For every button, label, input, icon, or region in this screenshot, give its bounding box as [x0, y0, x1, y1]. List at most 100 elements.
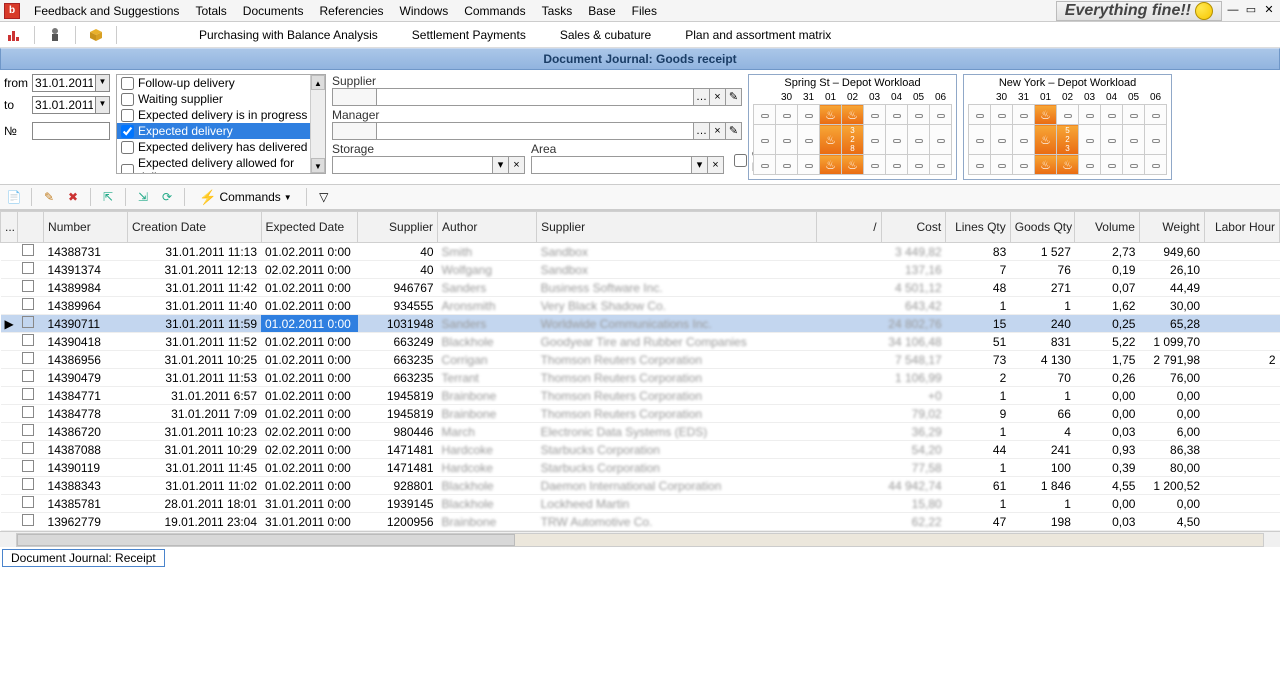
row-checkbox[interactable] [18, 513, 44, 531]
checklist-scrollbar[interactable]: ▲ ▼ [310, 75, 325, 173]
clear-icon[interactable]: × [709, 89, 725, 105]
menu-windows[interactable]: Windows [392, 2, 457, 20]
table-row[interactable]: 1438998431.01.2011 11:4201.02.2011 0:009… [1, 279, 1280, 297]
inspector-icon[interactable] [45, 25, 65, 45]
commands-dropdown[interactable]: ⚡ Commands ▼ [192, 187, 299, 208]
table-row[interactable]: 1438708831.01.2011 10:2902.02.2011 0:001… [1, 441, 1280, 459]
checkbox[interactable] [121, 77, 134, 90]
edit-icon[interactable]: ✎ [39, 187, 59, 207]
checklist-item[interactable]: Expected delivery has delivered [117, 139, 325, 155]
row-checkbox[interactable] [18, 441, 44, 459]
scroll-up-icon[interactable]: ▲ [311, 75, 325, 90]
refresh-icon[interactable]: ⟳ [157, 187, 177, 207]
menu-tasks[interactable]: Tasks [534, 2, 581, 20]
tree-collapse-icon[interactable]: ⇱ [98, 187, 118, 207]
toolbar-link[interactable]: Plan and assortment matrix [677, 26, 839, 44]
column-header[interactable]: Creation Date [128, 212, 261, 243]
column-header[interactable]: Author [438, 212, 537, 243]
column-header[interactable]: Lines Qty [946, 212, 1011, 243]
table-row[interactable]: ▶1439071131.01.2011 11:5901.02.2011 0:00… [1, 315, 1280, 333]
checkbox[interactable] [121, 164, 134, 175]
checklist-item[interactable]: Follow-up delivery [117, 75, 325, 91]
dropdown-icon[interactable]: ▾ [691, 157, 707, 173]
new-icon[interactable]: 📄 [4, 187, 24, 207]
delete-icon[interactable]: ✖ [63, 187, 83, 207]
checklist-item[interactable]: Expected delivery [117, 123, 325, 139]
row-checkbox[interactable] [18, 351, 44, 369]
close-button[interactable]: ✕ [1262, 4, 1276, 18]
package-icon[interactable] [86, 25, 106, 45]
column-header[interactable]: Labor Hour [1204, 212, 1279, 243]
table-row[interactable]: 1438578128.01.2011 18:0131.01.2011 0:001… [1, 495, 1280, 513]
row-checkbox[interactable] [18, 405, 44, 423]
dropdown-icon[interactable]: ▾ [492, 157, 508, 173]
menu-feedback and suggestions[interactable]: Feedback and Suggestions [26, 2, 187, 20]
row-checkbox[interactable] [18, 459, 44, 477]
row-checkbox[interactable] [18, 369, 44, 387]
supplier-input[interactable]: … × ✎ [332, 88, 742, 106]
table-row[interactable]: 1396277919.01.2011 23:0431.01.2011 0:001… [1, 513, 1280, 531]
edit-icon[interactable]: ✎ [725, 123, 741, 139]
table-row[interactable]: 1439011931.01.2011 11:4501.02.2011 0:001… [1, 459, 1280, 477]
row-checkbox[interactable] [18, 261, 44, 279]
menu-totals[interactable]: Totals [187, 2, 234, 20]
checkbox[interactable] [121, 141, 134, 154]
row-checkbox[interactable] [18, 333, 44, 351]
dropdown-icon[interactable]: ▼ [95, 97, 109, 113]
status-tab[interactable]: Document Journal: Receipt [2, 549, 165, 567]
table-row[interactable]: 1439047931.01.2011 11:5301.02.2011 0:006… [1, 369, 1280, 387]
area-select[interactable]: ▾ × [531, 156, 724, 174]
checklist-item[interactable]: Waiting supplier [117, 91, 325, 107]
table-row[interactable]: 1438672031.01.2011 10:2302.02.2011 0:009… [1, 423, 1280, 441]
column-header[interactable]: Cost [881, 212, 946, 243]
table-row[interactable]: 1438996431.01.2011 11:4001.02.2011 0:009… [1, 297, 1280, 315]
row-checkbox[interactable] [18, 423, 44, 441]
row-checkbox[interactable] [18, 297, 44, 315]
checklist-item[interactable]: Expected delivery allowed for deli... [117, 155, 325, 174]
checklist-item[interactable]: Expected delivery is in progress [117, 107, 325, 123]
row-checkbox[interactable] [18, 279, 44, 297]
column-header[interactable]: Weight [1139, 212, 1204, 243]
status-checklist[interactable]: Follow-up deliveryWaiting supplierExpect… [116, 74, 326, 174]
clear-icon[interactable]: × [707, 157, 723, 173]
toolbar-link[interactable]: Sales & cubature [552, 26, 659, 44]
column-header[interactable]: ... [1, 212, 18, 243]
checkbox[interactable] [121, 93, 134, 106]
chart-icon[interactable] [4, 25, 24, 45]
manager-input[interactable]: … × ✎ [332, 122, 742, 140]
table-row[interactable]: 1438695631.01.2011 10:2501.02.2011 0:006… [1, 351, 1280, 369]
column-header[interactable]: Number [44, 212, 128, 243]
column-header[interactable] [18, 212, 44, 243]
row-checkbox[interactable] [18, 477, 44, 495]
ellipsis-icon[interactable]: … [693, 123, 709, 139]
edit-icon[interactable]: ✎ [725, 89, 741, 105]
table-row[interactable]: 1439041831.01.2011 11:5201.02.2011 0:006… [1, 333, 1280, 351]
checkbox[interactable] [121, 109, 134, 122]
row-checkbox[interactable] [18, 315, 44, 333]
table-row[interactable]: 1439137431.01.2011 12:1302.02.2011 0:004… [1, 261, 1280, 279]
menu-files[interactable]: Files [624, 2, 665, 20]
number-input[interactable] [32, 122, 110, 140]
row-checkbox[interactable] [18, 387, 44, 405]
to-date-input[interactable]: ▼ [32, 96, 110, 114]
table-row[interactable]: 1438834331.01.2011 11:0201.02.2011 0:009… [1, 477, 1280, 495]
column-header[interactable]: Supplier [537, 212, 817, 243]
column-header[interactable]: Volume [1075, 212, 1140, 243]
column-header[interactable]: Goods Qty [1010, 212, 1075, 243]
clear-icon[interactable]: × [709, 123, 725, 139]
menu-commands[interactable]: Commands [456, 2, 533, 20]
table-row[interactable]: 1438477131.01.2011 6:5701.02.2011 0:0019… [1, 387, 1280, 405]
column-header[interactable]: / [817, 212, 882, 243]
from-date-input[interactable]: ▼ [32, 74, 110, 92]
table-row[interactable]: 1438873131.01.2011 11:1301.02.2011 0:004… [1, 243, 1280, 261]
column-header[interactable]: Supplier [358, 212, 438, 243]
clear-icon[interactable]: × [508, 157, 524, 173]
dropdown-icon[interactable]: ▼ [95, 75, 109, 91]
menu-base[interactable]: Base [580, 2, 623, 20]
toolbar-link[interactable]: Purchasing with Balance Analysis [191, 26, 386, 44]
row-checkbox[interactable] [18, 495, 44, 513]
column-header[interactable]: Expected Date [261, 212, 358, 243]
menu-documents[interactable]: Documents [235, 2, 312, 20]
storage-select[interactable]: ▾ × [332, 156, 525, 174]
menu-referencies[interactable]: Referencies [312, 2, 392, 20]
